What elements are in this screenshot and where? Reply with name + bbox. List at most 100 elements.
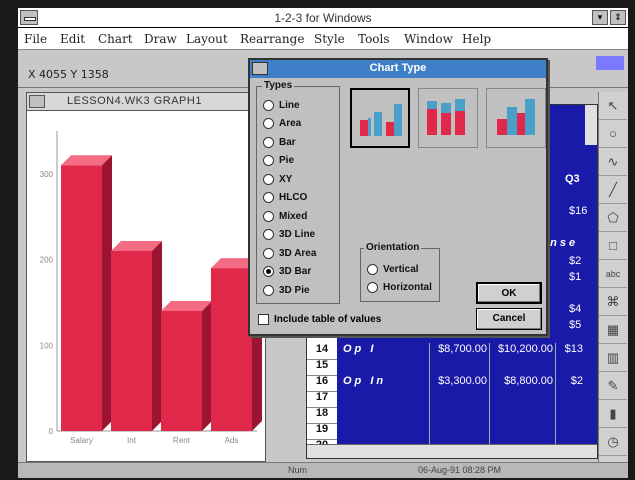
radio-type-3d-pie[interactable]: 3D Pie [263,282,310,298]
chart-style-preview-1[interactable] [350,88,410,148]
row-number[interactable]: 16 [307,375,337,392]
vertical-scrollbar[interactable] [585,105,597,145]
graph-system-menu-icon[interactable] [29,95,45,108]
sheet-cell-label[interactable] [343,391,429,408]
radio-type-pie[interactable]: Pie [263,153,294,169]
arrow-icon[interactable]: ↖ [599,92,627,120]
bar-chart[interactable]: 0 100 200 300 Salary Int Rent Ads [27,111,265,461]
sheet-cell-label[interactable]: Op I [343,343,429,360]
radio-horizontal[interactable]: Horizontal [367,279,432,295]
sheet-cell-label[interactable] [343,359,429,376]
radio-dot [263,136,274,148]
hatch-icon[interactable]: ▦ [599,316,627,344]
graph-title-bar: LESSON4.WK3 GRAPH1 [27,93,265,111]
radio-type-mixed[interactable]: Mixed [263,208,307,224]
row-number[interactable]: 18 [307,407,337,424]
pen-icon[interactable]: ✎ [599,372,627,400]
sheet-cell[interactable] [429,391,489,408]
polygon-icon[interactable]: ⬠ [599,204,627,232]
radio-type-3d-area[interactable]: 3D Area [263,245,316,261]
radio-label: 3D Area [279,247,317,259]
menu-file[interactable]: File [24,32,47,46]
menu-layout[interactable]: Layout [186,32,228,46]
clock-icon[interactable]: ◷ [599,428,627,456]
dialog-title: Chart Type [369,62,427,74]
menu-help[interactable]: Help [462,32,491,46]
partial-cell[interactable]: $2 [569,255,597,272]
sheet-cell-label[interactable] [343,423,429,440]
sheet-cell[interactable] [489,407,555,424]
link-icon[interactable]: ⌘ [599,288,627,316]
sheet-cell[interactable]: $13 [555,343,585,360]
menu-window[interactable]: Window [404,32,453,46]
radio-label: 3D Pie [279,284,310,296]
sheet-cell[interactable] [429,359,489,376]
sheet-cell[interactable] [429,423,489,440]
sheet-cell[interactable] [489,423,555,440]
radio-type-xy[interactable]: XY [263,171,292,187]
sheet-cell[interactable]: $2 [555,375,585,392]
sheet-cell[interactable] [429,407,489,424]
sheet-cell-label[interactable]: Op In [343,375,429,392]
ok-button[interactable]: OK [476,282,542,304]
radio-vertical[interactable]: Vertical [367,261,419,277]
menu-style[interactable]: Style [314,32,345,46]
y-tick-label: 200 [40,256,54,265]
sheet-cell[interactable] [555,423,585,440]
screen: 1-2-3 for Windows ▾ ⇕ File Edit Chart Dr… [18,8,628,478]
menu-draw[interactable]: Draw [144,32,177,46]
text-tool-icon[interactable]: abc [599,260,627,288]
partial-cell[interactable]: $5 [569,319,597,336]
partial-cell[interactable]: $4 [569,303,597,320]
rectangle-icon[interactable]: □ [599,232,627,260]
sheet-cell[interactable] [555,359,585,376]
sheet-cell[interactable] [555,391,585,408]
radio-label: Pie [279,155,295,166]
sheet-cell[interactable]: $10,200.00 [489,343,555,360]
row-number[interactable]: 17 [307,391,337,408]
chart-icon[interactable]: ▥ [599,344,627,372]
horizontal-scrollbar[interactable] [307,444,597,458]
radio-dot [263,99,274,111]
menu-edit[interactable]: Edit [60,32,85,46]
chart-type-dialog: Chart Type Line Area Bar Pie XY HLCO Mixed 3D L… [248,58,548,336]
menu-tools[interactable]: Tools [358,32,390,46]
radio-label: Mixed [279,210,308,222]
ellipse-icon[interactable]: ○ [599,120,627,148]
sheet-cell[interactable] [555,407,585,424]
menu-chart[interactable]: Chart [98,32,133,46]
sheet-cell[interactable] [489,359,555,376]
chart-style-preview-2[interactable] [418,88,478,148]
cancel-button[interactable]: Cancel [476,308,542,330]
radio-dot [263,155,274,166]
coordinate-readout: X 4055 Y 1358 [28,68,109,81]
menu-rearrange[interactable]: Rearrange [240,32,304,46]
line-icon[interactable]: ╱ [599,176,627,204]
row-number[interactable]: 19 [307,423,337,440]
radio-type-line[interactable]: Line [263,97,300,113]
bar-icon[interactable]: ▮ [599,400,627,428]
row-number[interactable]: 15 [307,359,337,376]
partial-cell[interactable]: $1 [569,271,597,288]
maximize-button[interactable]: ⇕ [610,10,626,25]
chart-style-preview-3[interactable] [486,88,546,148]
smarticon-button[interactable] [596,56,624,70]
row-number[interactable]: 14 [307,343,337,360]
drawing-toolbox: ↖ ○ ∿ ╱ ⬠ □ abc ⌘ ▦ ▥ ✎ ▮ ◷ [598,92,628,462]
sheet-cell[interactable]: $8,800.00 [489,375,555,392]
radio-type-bar[interactable]: Bar [263,134,296,150]
include-table-checkbox[interactable]: Include table of values [258,314,381,325]
sheet-cell[interactable] [489,391,555,408]
types-label: Types [262,80,295,91]
radio-type-area[interactable]: Area [263,116,301,132]
minimize-button[interactable]: ▾ [592,10,608,25]
radio-type-3d-bar[interactable]: 3D Bar [263,264,311,280]
sheet-cell[interactable]: $8,700.00 [429,343,489,360]
freehand-icon[interactable]: ∿ [599,148,627,176]
partial-cell[interactable]: $16 [569,205,597,222]
radio-dot [263,118,274,129]
sheet-cell-label[interactable] [343,407,429,424]
radio-type-3d-line[interactable]: 3D Line [263,227,315,243]
radio-type-hlco[interactable]: HLCO [263,190,307,206]
sheet-cell[interactable]: $3,300.00 [429,375,489,392]
